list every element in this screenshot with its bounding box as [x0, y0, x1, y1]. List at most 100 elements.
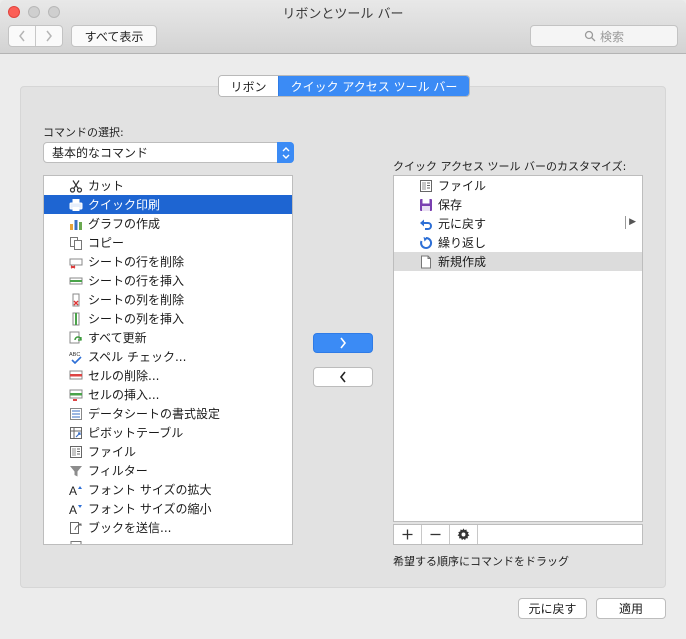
command-item-spell-check[interactable]: ABC スペル チェック... [44, 347, 292, 366]
chevron-right-icon [340, 337, 347, 349]
qat-item-label: ファイル [438, 179, 487, 193]
copy-icon [68, 235, 84, 251]
command-item-font-size-decrease[interactable]: A フォント サイズの縮小 [44, 499, 292, 518]
qat-item-redo[interactable]: 繰り返し [394, 233, 642, 252]
new-document-icon [418, 254, 434, 270]
command-item-quick-print[interactable]: クイック印刷 [44, 195, 292, 214]
save-icon [418, 197, 434, 213]
insert-column-icon [68, 311, 84, 327]
pivot-table-icon [68, 425, 84, 441]
svg-text:ABC: ABC [69, 352, 80, 358]
submenu-arrow-icon[interactable]: ▶ [625, 216, 636, 229]
qat-item-file[interactable]: ファイル [394, 176, 642, 195]
command-item-pivot-table[interactable]: ピボットテーブル [44, 423, 292, 442]
add-command-button[interactable] [313, 333, 373, 353]
command-item-datasheet-format[interactable]: データシートの書式設定 [44, 404, 292, 423]
command-item-send-workbook[interactable]: ブックを送信... [44, 518, 292, 537]
drag-hint-text: 希望する順序にコマンドをドラッグ [393, 555, 569, 568]
command-item-cut[interactable]: カット [44, 176, 292, 195]
command-item-label: セルの削除... [88, 369, 160, 383]
search-field[interactable]: 検索 [530, 25, 678, 47]
qat-item-save[interactable]: 保存 [394, 195, 642, 214]
command-category-select[interactable]: 基本的なコマンド [43, 142, 294, 163]
bar-chart-icon [68, 216, 84, 232]
command-item-label: フォント サイズの縮小 [88, 502, 212, 516]
command-item-insert-sheet-columns[interactable]: シートの列を挿入 [44, 309, 292, 328]
undo-icon [418, 216, 434, 232]
command-item-label: ブックを送信... [88, 521, 172, 535]
back-button[interactable] [9, 26, 35, 46]
command-item-label: すべて更新 [88, 331, 147, 345]
command-item-label: グラフの作成 [88, 217, 161, 231]
remove-command-button[interactable] [313, 367, 373, 387]
command-item-label: ファイル [88, 445, 137, 459]
command-item-label: シートの行を削除 [88, 255, 185, 269]
svg-text:A: A [69, 503, 77, 516]
command-item-delete-sheet-columns[interactable]: シートの列を削除 [44, 290, 292, 309]
show-all-button[interactable]: すべて表示 [71, 25, 157, 47]
qat-item-new[interactable]: 新規作成 [394, 252, 642, 271]
font-size-increase-icon: A [68, 482, 84, 498]
refresh-all-icon [68, 330, 84, 346]
scissors-icon [68, 178, 84, 194]
chevron-right-icon [46, 30, 52, 42]
command-item-label: セルの挿入... [88, 388, 160, 402]
remove-item-button[interactable] [422, 525, 450, 544]
command-item-insert-cells[interactable]: セルの挿入... [44, 385, 292, 404]
qat-item-undo[interactable]: 元に戻す ▶ [394, 214, 642, 233]
command-item-filter[interactable]: フィルター [44, 461, 292, 480]
delete-column-icon [68, 292, 84, 308]
commands-list[interactable]: カット クイック印刷 グラフの作成 コピー シートの行を削除 シートの行を挿入 … [43, 175, 293, 545]
title-bar: リボンとツール バー すべて表示 検索 [0, 0, 686, 54]
customize-qat-label: クイック アクセス ツール バーのカスタマイズ: [393, 160, 627, 173]
options-button[interactable] [450, 525, 478, 544]
command-item-partial[interactable] [44, 537, 292, 544]
command-item-file[interactable]: ファイル [44, 442, 292, 461]
command-item-label: カット [88, 179, 125, 193]
command-item-label: フィルター [88, 464, 148, 478]
command-item-font-size-increase[interactable]: A フォント サイズの拡大 [44, 480, 292, 499]
delete-cells-icon [68, 368, 84, 384]
qat-commands-list[interactable]: ファイル 保存 元に戻す ▶ 繰り返し 新規作成 [393, 175, 643, 522]
qat-item-label: 新規作成 [438, 255, 487, 269]
command-item-label: データシートの書式設定 [88, 407, 221, 421]
qat-item-label: 繰り返し [438, 236, 487, 250]
tab-ribbon[interactable]: リボン [219, 76, 278, 96]
command-category-value: 基本的なコマンド [52, 146, 149, 160]
plus-icon [402, 529, 413, 540]
qat-item-label: 保存 [438, 198, 463, 212]
command-item-delete-sheet-rows[interactable]: シートの行を削除 [44, 252, 292, 271]
tab-bar: リボン クイック アクセス ツール バー [218, 75, 470, 97]
tab-quick-access-toolbar[interactable]: クイック アクセス ツール バー [278, 76, 469, 96]
command-item-refresh-all[interactable]: すべて更新 [44, 328, 292, 347]
apply-button[interactable]: 適用 [596, 598, 666, 619]
command-item-label: クイック印刷 [88, 198, 161, 212]
redo-icon [418, 235, 434, 251]
command-item-label: スペル チェック... [88, 350, 187, 364]
forward-button[interactable] [35, 26, 62, 46]
command-item-label: シートの列を挿入 [88, 312, 185, 326]
command-item-copy[interactable]: コピー [44, 233, 292, 252]
file-icon [418, 178, 434, 194]
preferences-window: リボンとツール バー すべて表示 検索 リボン クイック アクセス ツール バー… [0, 0, 686, 639]
command-item-insert-sheet-rows[interactable]: シートの行を挿入 [44, 271, 292, 290]
insert-row-icon [68, 273, 84, 289]
delete-row-icon [68, 254, 84, 270]
add-item-button[interactable] [394, 525, 422, 544]
chevron-left-icon [339, 371, 346, 383]
revert-button[interactable]: 元に戻す [518, 598, 587, 619]
command-item-label: コピー [88, 236, 125, 250]
command-item-create-chart[interactable]: グラフの作成 [44, 214, 292, 233]
command-item-label: ピボットテーブル [88, 426, 184, 440]
back-forward-control [8, 25, 63, 47]
svg-text:A: A [69, 484, 77, 497]
qat-list-toolbar [393, 524, 643, 545]
datasheet-format-icon [68, 406, 84, 422]
gear-icon [457, 528, 470, 541]
updown-chevron-icon [277, 142, 294, 163]
choose-commands-label: コマンドの選択: [43, 126, 124, 139]
search-placeholder: 検索 [599, 29, 624, 44]
command-item-delete-cells[interactable]: セルの削除... [44, 366, 292, 385]
spell-check-icon: ABC [68, 349, 84, 365]
command-item-label: シートの列を削除 [88, 293, 185, 307]
